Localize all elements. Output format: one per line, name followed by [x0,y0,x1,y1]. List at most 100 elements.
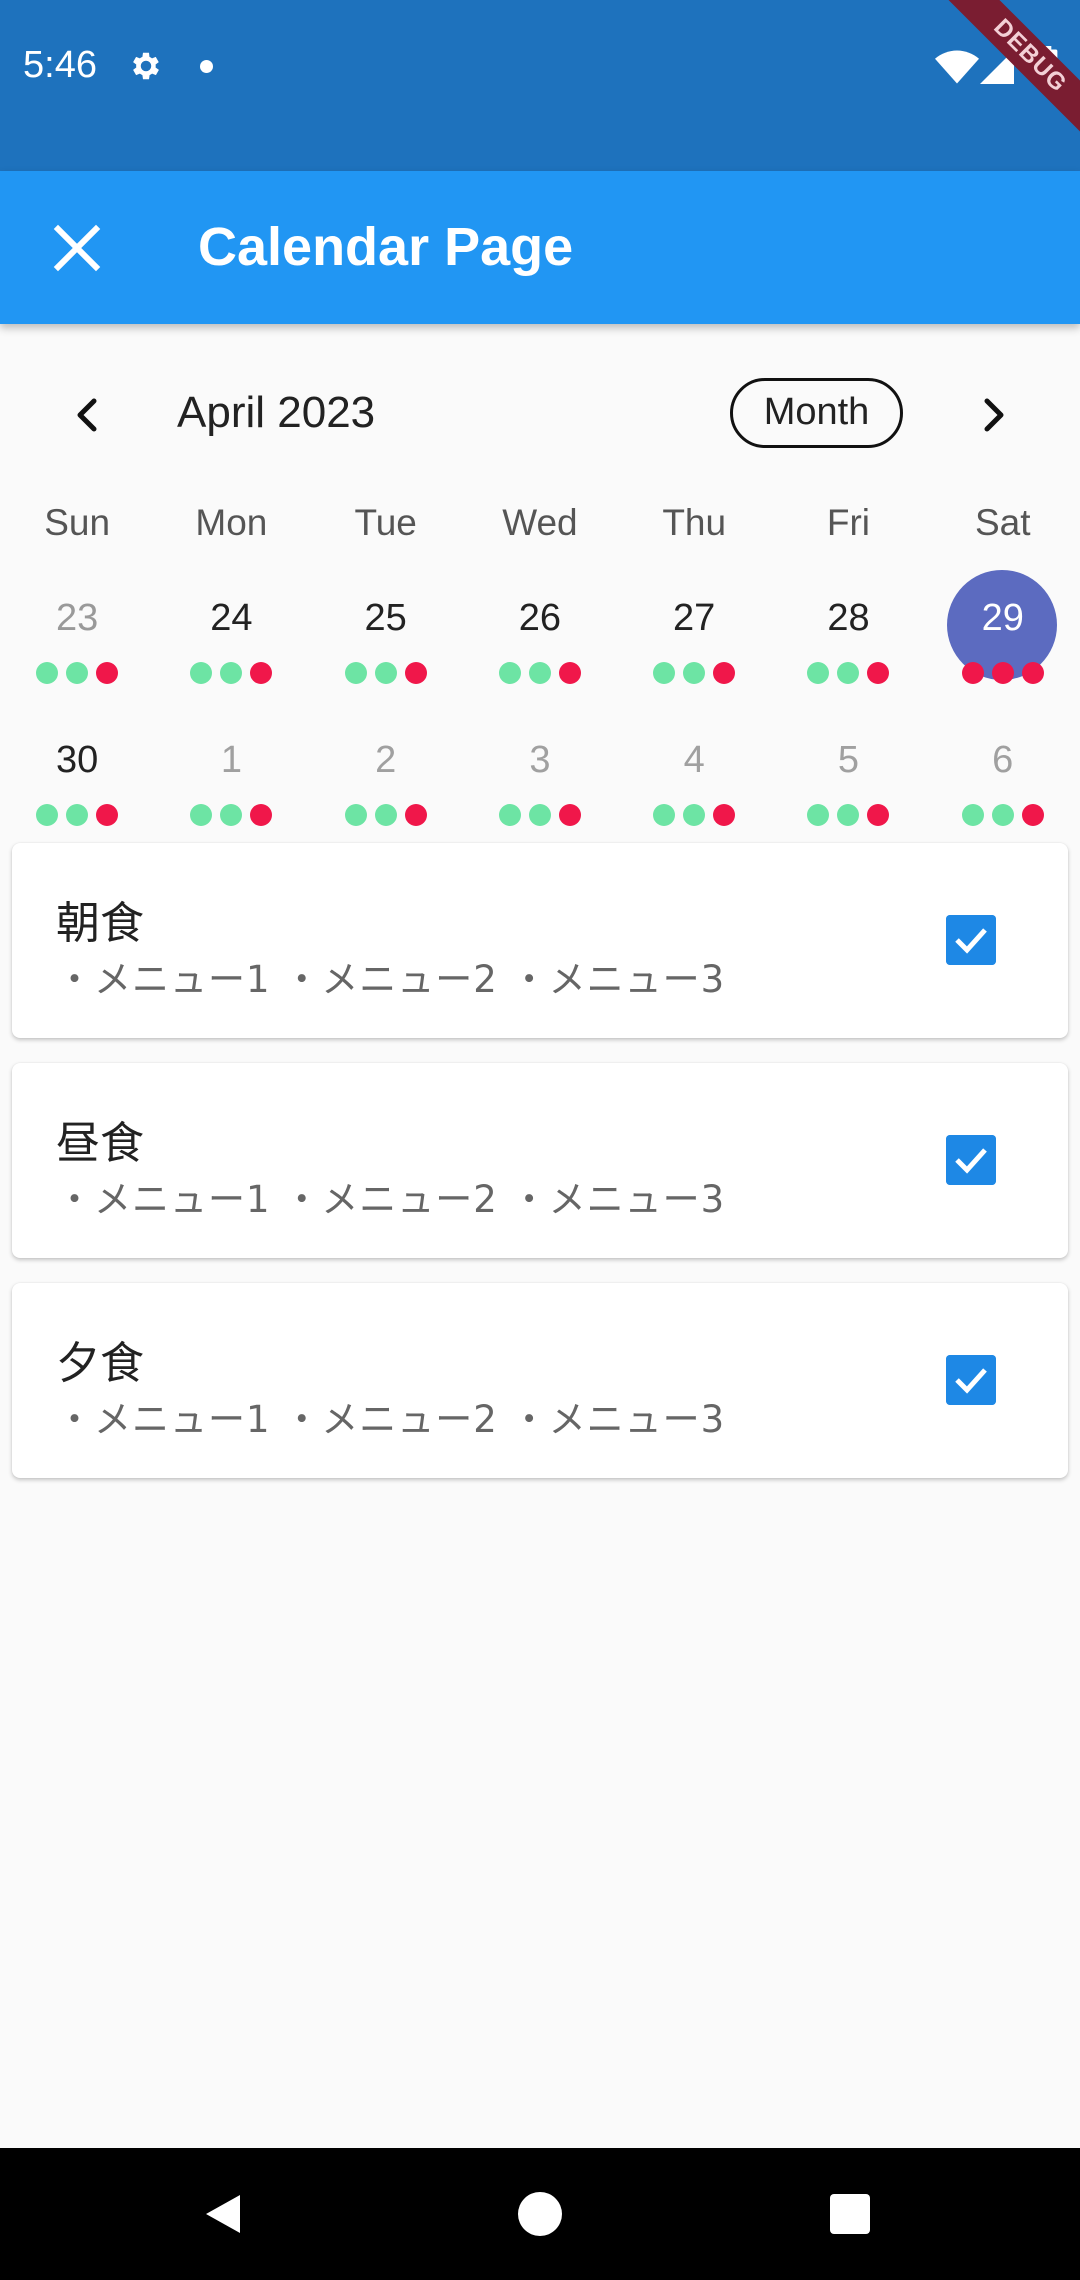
event-marker-green [807,804,830,826]
close-icon[interactable] [40,211,114,285]
recents-icon[interactable] [830,2194,870,2234]
weekday-label: Sun [44,502,111,543]
event-marker-red [713,804,736,826]
event-marker-green [344,804,367,826]
event-marker-green [190,662,213,684]
event-marker-red [96,804,119,826]
event-markers [617,804,771,826]
calendar-day[interactable]: 28 [771,562,925,702]
event-marker-green [837,804,860,826]
event-markers [617,662,771,684]
calendar-day-number: 3 [529,739,551,781]
event-marker-red [96,662,119,684]
event-markers [0,804,154,826]
calendar-day[interactable]: 5 [771,704,925,844]
calendar-day[interactable]: 30 [0,704,154,844]
status-bar: 5:46 DEBUG [0,0,1080,171]
weekday-label: Mon [195,502,268,543]
calendar-day-number: 6 [992,739,1014,781]
event-marker-red [1021,662,1044,684]
calendar-day[interactable]: 1 [154,704,308,844]
event-marker-green [528,662,551,684]
calendar-day-number: 30 [55,739,99,781]
event-markers [0,662,154,684]
calendar-day-number: 1 [220,739,242,781]
calendar-day[interactable]: 6 [926,704,1080,844]
weekday-label: Fri [826,502,871,543]
event-marker-green [66,804,89,826]
event-marker-red [558,662,581,684]
meal-card-dinner: 夕食 ・メニュー1 ・メニュー2 ・メニュー3 [12,1283,1068,1478]
event-markers [926,662,1080,684]
calendar-day[interactable]: 2 [309,704,463,844]
chevron-left-icon[interactable] [60,387,116,443]
meal-title: 昼食 [56,1118,144,1169]
home-icon[interactable] [518,2192,562,2236]
debug-label: DEBUG [939,0,1080,147]
event-markers [463,804,617,826]
gear-icon [133,52,159,80]
calendar-day-number: 25 [364,597,407,639]
event-marker-red [250,804,273,826]
event-marker-green [190,804,213,826]
format-toggle-button[interactable]: Month [730,378,903,448]
calendar-day[interactable]: 29 [926,562,1080,702]
app-bar: Calendar Page [0,171,1080,324]
event-marker-green [683,804,706,826]
meal-title: 朝食 [56,898,144,949]
event-marker-green [498,804,521,826]
event-marker-green [220,804,243,826]
calendar-day-number: 27 [673,597,716,639]
calendar-day[interactable]: 25 [309,562,463,702]
calendar-day[interactable]: 3 [463,704,617,844]
event-marker-green [653,804,676,826]
calendar-day[interactable]: 26 [463,562,617,702]
meal-card-lunch: 昼食 ・メニュー1 ・メニュー2 ・メニュー3 [12,1063,1068,1258]
event-marker-red [991,662,1014,684]
calendar-day[interactable]: 27 [617,562,771,702]
weekday-label: Thu [662,502,727,543]
meal-menu: ・メニュー1 ・メニュー2 ・メニュー3 [56,1178,726,1221]
event-marker-red [250,662,273,684]
month-title: April 2023 [177,388,376,437]
meal-menu: ・メニュー1 ・メニュー2 ・メニュー3 [56,1398,726,1441]
event-marker-red [867,804,890,826]
event-marker-green [498,662,521,684]
event-marker-green [36,662,59,684]
event-marker-green [374,804,397,826]
weekday-label: Wed [502,502,578,543]
status-time: 5:46 [23,44,97,86]
event-marker-green [961,804,984,826]
calendar-day-number: 2 [375,739,397,781]
weekday-label: Tue [354,502,417,543]
event-marker-green [683,662,706,684]
system-nav-bar [0,2148,1080,2280]
calendar-day[interactable]: 23 [0,562,154,702]
calendar-day-number: 24 [210,597,253,639]
meal-menu: ・メニュー1 ・メニュー2 ・メニュー3 [56,958,726,1001]
meal-checkbox[interactable] [946,1355,996,1405]
calendar-day[interactable]: 4 [617,704,771,844]
calendar-day-number: 26 [518,597,562,639]
debug-banner: DEBUG [920,0,1080,160]
event-markers [926,804,1080,826]
meal-checkbox[interactable] [946,915,996,965]
event-marker-green [220,662,243,684]
back-icon[interactable] [200,2191,246,2237]
event-marker-red [404,662,427,684]
calendar-header: April 2023 Month [0,352,1080,476]
event-markers [309,804,463,826]
chevron-right-icon[interactable] [965,387,1021,443]
calendar-day[interactable]: 24 [154,562,308,702]
calendar-day-number: 23 [55,597,99,639]
event-marker-green [344,662,367,684]
event-markers [154,662,308,684]
calendar-day-number: 29 [981,597,1024,639]
event-marker-green [66,662,89,684]
event-marker-red [558,804,581,826]
meal-card-breakfast: 朝食 ・メニュー1 ・メニュー2 ・メニュー3 [12,843,1068,1038]
event-marker-red [961,662,984,684]
meal-checkbox[interactable] [946,1135,996,1185]
event-marker-red [404,804,427,826]
calendar-week: 30 1 2 3 4 5 6 [0,704,1080,844]
